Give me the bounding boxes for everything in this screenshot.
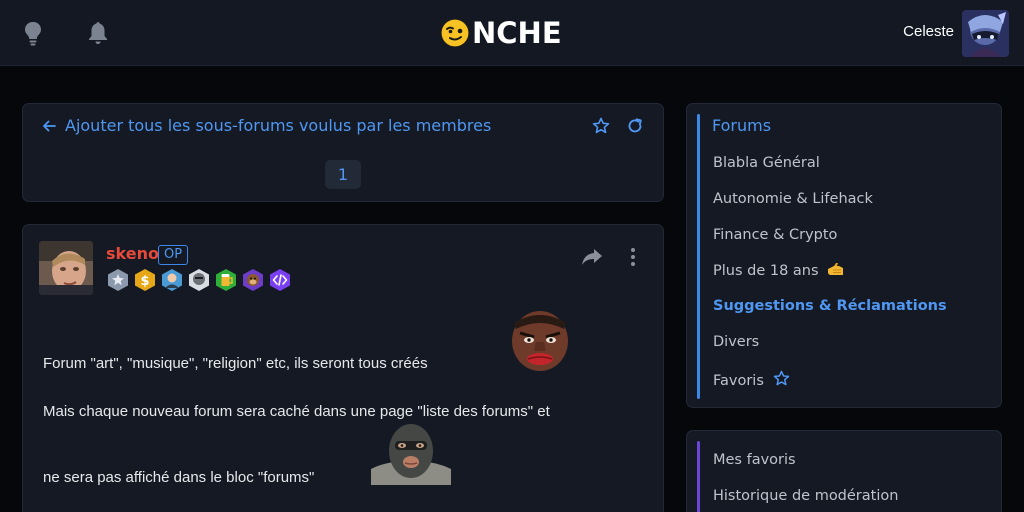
- angry-face-sticker: [512, 311, 568, 371]
- link-historique-moderation[interactable]: Historique de modération: [713, 488, 898, 504]
- user-links-panel: Mes favoris Historique de modération: [686, 430, 1002, 512]
- top-bar: NCHE Celeste: [0, 0, 1024, 66]
- onche-smiley-logo: [440, 18, 470, 48]
- forum-item-favoris[interactable]: Favoris: [713, 370, 790, 389]
- logo-text: NCHE: [472, 16, 562, 50]
- avatar-badge-icon[interactable]: [160, 268, 184, 292]
- hand-emoji-icon: [828, 263, 844, 275]
- author-avatar[interactable]: [39, 241, 93, 295]
- star-badge-icon[interactable]: [106, 268, 130, 292]
- forum-item-blabla-general[interactable]: Blabla Général: [713, 155, 820, 171]
- coin-badge-icon[interactable]: $: [133, 268, 157, 292]
- topic-title[interactable]: Ajouter tous les sous-forums voulus par …: [65, 116, 491, 135]
- op-badge: OP: [158, 245, 189, 265]
- links-accent-line: [697, 441, 700, 512]
- page-button-current[interactable]: 1: [325, 160, 361, 189]
- svg-text:$: $: [140, 274, 149, 289]
- refresh-icon[interactable]: [626, 117, 644, 135]
- forum-item-label: Favoris: [713, 373, 764, 389]
- forums-panel: Forums Blabla Général Autonomie & Lifeha…: [686, 103, 1002, 408]
- balaclava-sticker: [371, 424, 451, 485]
- face-badge-icon[interactable]: [187, 268, 211, 292]
- post-text-line-3: ne sera pas affiché dans le bloc "forums…: [43, 469, 315, 486]
- post-text-line-1: Forum "art", "musique", "religion" etc, …: [43, 355, 428, 372]
- post-text-line-2: Mais chaque nouveau forum sera caché dan…: [43, 403, 550, 420]
- forum-item-plus-de-18-ans[interactable]: Plus de 18 ans: [713, 262, 845, 279]
- monkey-badge-icon[interactable]: [241, 268, 265, 292]
- star-icon: [773, 370, 789, 386]
- favorite-star-icon[interactable]: [592, 117, 610, 135]
- link-mes-favoris[interactable]: Mes favoris: [713, 452, 796, 468]
- forum-item-autonomie-lifehack[interactable]: Autonomie & Lifehack: [713, 191, 873, 207]
- topic-header-card: Ajouter tous les sous-forums voulus par …: [22, 103, 664, 202]
- site-logo[interactable]: NCHE: [440, 14, 562, 52]
- forum-item-label: Plus de 18 ans: [713, 263, 819, 279]
- code-badge-icon[interactable]: [268, 268, 292, 292]
- forums-accent-line: [697, 114, 700, 399]
- more-options-icon[interactable]: [627, 247, 639, 267]
- user-avatar[interactable]: [962, 10, 1009, 57]
- forums-title[interactable]: Forums: [712, 116, 771, 135]
- share-icon[interactable]: [581, 247, 603, 267]
- lightbulb-icon[interactable]: [21, 20, 45, 46]
- forum-item-suggestions-reclamations[interactable]: Suggestions & Réclamations: [713, 298, 947, 314]
- username[interactable]: Celeste: [903, 23, 954, 40]
- back-arrow-icon[interactable]: [41, 118, 57, 134]
- beer-badge-icon[interactable]: [214, 268, 238, 292]
- bell-icon[interactable]: [86, 20, 110, 46]
- post-card: skeno OP $ Forum "art", "musique", "reli…: [22, 224, 664, 512]
- author-badges: $: [106, 268, 292, 292]
- post-author-name[interactable]: skeno: [106, 244, 159, 263]
- forum-item-divers[interactable]: Divers: [713, 334, 759, 350]
- forum-item-finance-crypto[interactable]: Finance & Crypto: [713, 227, 837, 243]
